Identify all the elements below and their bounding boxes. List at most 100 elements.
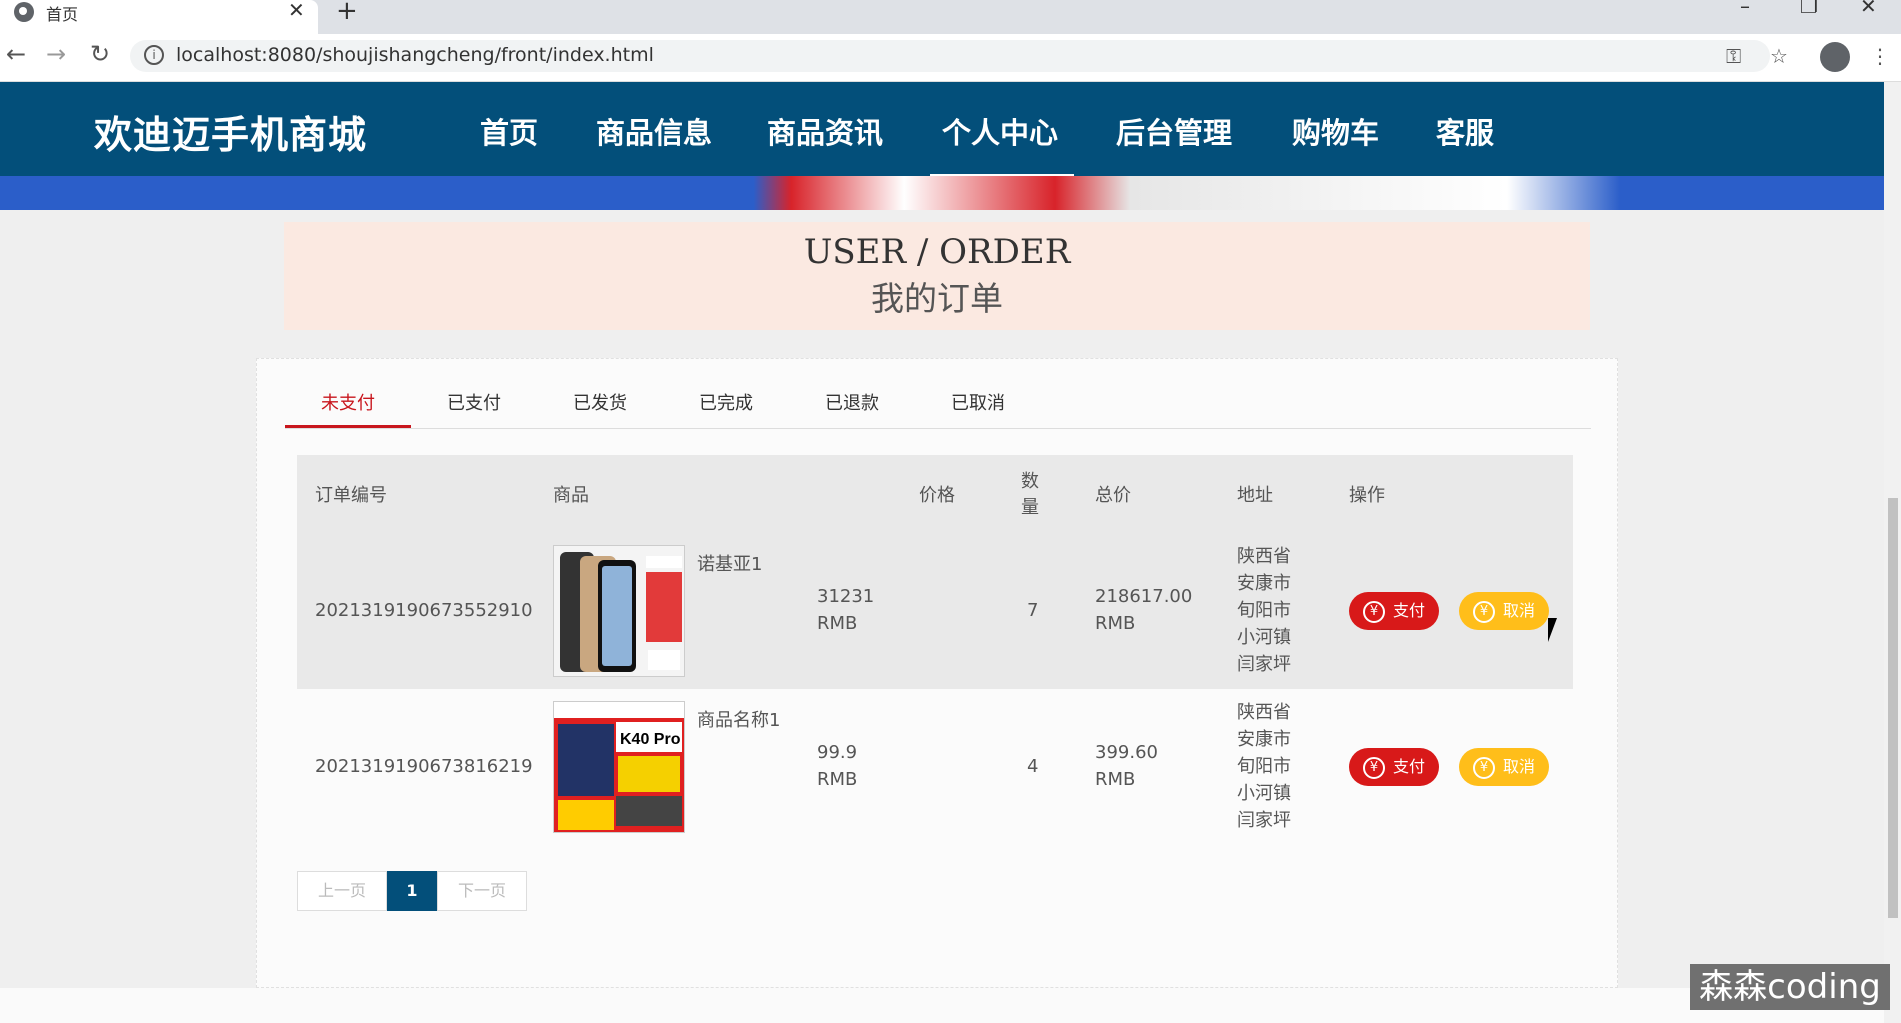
address-line: 陕西省 — [1237, 546, 1291, 567]
orders-panel: 未支付 已支付 已发货 已完成 已退款 已取消 订单编号 商品 价格 数量 总价… — [256, 358, 1618, 988]
info-icon[interactable]: i — [144, 45, 164, 65]
price-unit: RMB — [817, 613, 858, 634]
browser-tab[interactable]: 首页 ✕ — [0, 0, 318, 34]
tab-refunded[interactable]: 已退款 — [789, 389, 915, 415]
site-header: 欢迪迈手机商城 首页 商品信息 商品资讯 个人中心 后台管理 购物车 客服 — [0, 82, 1884, 177]
banner-image — [0, 176, 1884, 210]
phone-product-image — [554, 546, 684, 676]
key-icon[interactable]: ⚿ — [1726, 44, 1741, 68]
reload-icon[interactable]: ↻ — [90, 40, 110, 68]
price-unit: RMB — [817, 769, 858, 790]
total-amount: 218617.00 — [1095, 586, 1193, 607]
price-value: 31231 RMB — [817, 583, 897, 637]
product-thumbnail[interactable]: K40 Pro — [553, 701, 685, 833]
address-line: 旬阳市 — [1237, 756, 1291, 777]
tab-unpaid[interactable]: 未支付 — [285, 389, 411, 415]
cancel-button[interactable]: ¥ 取消 — [1459, 592, 1549, 630]
price-amount: 99.9 — [817, 742, 858, 763]
quantity: 4 — [1027, 756, 1039, 777]
yuan-icon: ¥ — [1363, 756, 1385, 779]
mouse-cursor-icon — [1548, 618, 1566, 642]
yuan-icon: ¥ — [1363, 600, 1385, 623]
pay-button[interactable]: ¥ 支付 — [1349, 592, 1439, 630]
back-icon[interactable]: ← — [6, 40, 26, 68]
prev-page-button[interactable]: 上一页 — [297, 871, 387, 911]
browser-tab-bar: 首页 ✕ + – ❐ ✕ — [0, 0, 1901, 34]
url-text[interactable]: localhost:8080/shoujishangcheng/front/in… — [176, 44, 654, 66]
address-bar: ← → ↻ i localhost:8080/shoujishangcheng/… — [0, 34, 1901, 82]
new-tab-button[interactable]: + — [336, 0, 358, 26]
tab-paid[interactable]: 已支付 — [411, 389, 537, 415]
page-title-band: USER / ORDER 我的订单 — [284, 222, 1590, 330]
next-page-button[interactable]: 下一页 — [437, 871, 527, 911]
pay-button[interactable]: ¥ 支付 — [1349, 748, 1439, 786]
scrollbar-thumb[interactable] — [1888, 498, 1898, 918]
address-line: 闫家坪 — [1237, 654, 1291, 675]
order-number: 2021319190673552910 — [315, 600, 533, 621]
yuan-icon: ¥ — [1473, 600, 1495, 623]
page-title-cn: 我的订单 — [871, 279, 1003, 318]
page-number-button[interactable]: 1 — [387, 871, 437, 911]
star-icon[interactable]: ☆ — [1770, 44, 1788, 68]
forward-icon[interactable]: → — [46, 40, 66, 68]
header-total: 总价 — [1095, 485, 1131, 506]
svg-text:K40 Pro: K40 Pro — [620, 731, 681, 748]
close-window-icon[interactable]: ✕ — [1860, 0, 1877, 18]
product-name[interactable]: 商品名称1 — [697, 707, 780, 734]
site-brand[interactable]: 欢迪迈手机商城 — [94, 104, 367, 159]
menu-dots-icon[interactable]: ⋮ — [1870, 44, 1890, 68]
tab-title: 首页 — [46, 5, 79, 24]
cancel-label: 取消 — [1503, 757, 1536, 776]
total-unit: RMB — [1095, 769, 1136, 790]
pay-label: 支付 — [1393, 757, 1426, 776]
address-line: 陕西省 — [1237, 702, 1291, 723]
header-price: 价格 — [919, 485, 955, 506]
profile-avatar-icon[interactable] — [1820, 42, 1850, 72]
restore-icon[interactable]: ❐ — [1800, 0, 1818, 18]
tab-shipped[interactable]: 已发货 — [537, 389, 663, 415]
close-tab-icon[interactable]: ✕ — [288, 0, 305, 22]
url-field[interactable]: i localhost:8080/shoujishangcheng/front/… — [130, 40, 1770, 72]
nav-personal-center[interactable]: 个人中心 — [942, 110, 1058, 152]
nav-cart[interactable]: 购物车 — [1292, 110, 1379, 152]
total-amount: 399.60 — [1095, 742, 1158, 763]
product-thumbnail[interactable] — [553, 545, 685, 677]
nav-service[interactable]: 客服 — [1436, 110, 1494, 152]
header-address: 地址 — [1237, 485, 1273, 506]
nav-home[interactable]: 首页 — [480, 110, 538, 152]
order-number: 2021319190673816219 — [315, 756, 533, 777]
address: 陕西省 安康市 旬阳市 小河镇 闫家坪 — [1237, 543, 1291, 678]
globe-icon — [14, 2, 34, 22]
nav-news[interactable]: 商品资讯 — [767, 110, 883, 152]
address-line: 旬阳市 — [1237, 600, 1291, 621]
active-tab-underline — [285, 425, 411, 428]
tab-cancelled[interactable]: 已取消 — [915, 389, 1041, 415]
order-status-tabs: 未支付 已支付 已发货 已完成 已退款 已取消 — [285, 359, 1591, 429]
table-header: 订单编号 商品 价格 数量 总价 地址 操作 — [297, 455, 1573, 533]
address-line: 安康市 — [1237, 573, 1291, 594]
product-name[interactable]: 诺基亚1 — [697, 551, 762, 578]
header-product: 商品 — [553, 485, 589, 506]
tab-completed[interactable]: 已完成 — [663, 389, 789, 415]
total-unit: RMB — [1095, 613, 1136, 634]
page-title-en: USER / ORDER — [803, 232, 1071, 272]
address-line: 小河镇 — [1237, 783, 1291, 804]
header-action: 操作 — [1349, 485, 1385, 506]
total-value: 218617.00 RMB — [1095, 583, 1192, 637]
table-row: 2021319190673552910 诺基亚1 31231 RMB 7 2186… — [297, 533, 1573, 689]
watermark: 森森coding — [1690, 964, 1890, 1010]
quantity: 7 — [1027, 600, 1039, 621]
nav-products[interactable]: 商品信息 — [596, 110, 712, 152]
nav-admin[interactable]: 后台管理 — [1116, 110, 1232, 152]
address-line: 闫家坪 — [1237, 810, 1291, 831]
cancel-label: 取消 — [1503, 601, 1536, 620]
header-order-no: 订单编号 — [315, 485, 387, 506]
table-row: 2021319190673816219 K40 Pro 商品名称1 99.9 RM… — [297, 689, 1573, 845]
minimize-icon[interactable]: – — [1740, 0, 1750, 18]
price-amount: 31231 — [817, 586, 875, 607]
cancel-button[interactable]: ¥ 取消 — [1459, 748, 1549, 786]
address: 陕西省 安康市 旬阳市 小河镇 闫家坪 — [1237, 699, 1291, 834]
page-scrollbar[interactable] — [1884, 82, 1901, 1023]
price-value: 99.9 RMB — [817, 739, 897, 793]
pay-label: 支付 — [1393, 601, 1426, 620]
